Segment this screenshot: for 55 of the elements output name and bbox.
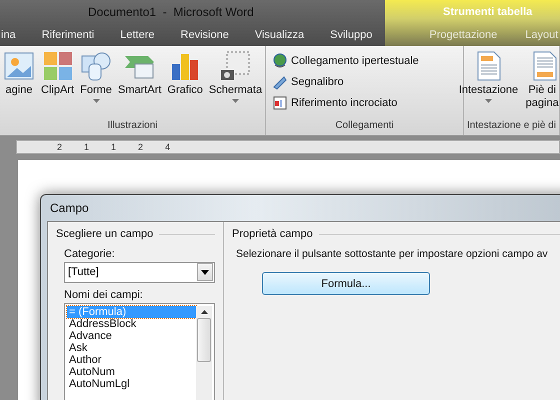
window-title: Documento1 - Microsoft Word [88, 5, 254, 19]
screenshot-icon [219, 50, 252, 82]
section-heading: Proprietà campo [232, 228, 313, 240]
clipart-icon [42, 50, 74, 82]
dialog-title: Campo [50, 201, 89, 215]
field-label: Categorie: [64, 248, 116, 260]
ribbon-button[interactable]: Schermata [206, 50, 266, 115]
ribbon-button[interactable]: Riferimento incrociato [272, 94, 457, 111]
caret-icon [232, 99, 239, 103]
ribbon-button[interactable]: Forme [77, 50, 116, 115]
instruction-text: Selezionare il pulsante sottostante per impostare opzioni campo av [236, 248, 549, 260]
field-label: Nomi dei campi: [64, 288, 144, 300]
caret-icon [92, 99, 100, 103]
scroll-up-icon [200, 310, 208, 314]
dropdown-arrow-icon [201, 270, 209, 275]
ribbon-button[interactable]: Piè di pagina [521, 50, 560, 115]
group-label: Illustrazioni [106, 119, 159, 133]
ruler-number: 1 [111, 142, 116, 152]
formula-button[interactable]: Formula... [262, 272, 430, 295]
caret-icon [484, 99, 492, 103]
shapes-icon [80, 50, 112, 82]
contextual-group-label: Strumenti tabella [443, 6, 532, 18]
list-item[interactable]: Author [67, 354, 196, 366]
list-item[interactable]: AddressBlock [67, 318, 196, 330]
ribbon-button[interactable]: Intestazione [456, 50, 522, 115]
scroll-thumb[interactable] [197, 318, 211, 362]
document-icon [272, 94, 288, 110]
section-heading: Scegliere un campo [56, 228, 154, 240]
ruler-number: 1 [84, 142, 90, 152]
list-item[interactable]: Advance [67, 330, 196, 342]
ribbon-tab[interactable]: Lettere [107, 29, 168, 41]
ribbon-button[interactable]: Collegamento ipertestuale [272, 52, 457, 69]
picture-icon [3, 50, 35, 82]
bookmark-icon [272, 74, 288, 90]
ribbon-tab[interactable]: ina [0, 29, 29, 41]
ribbon-button[interactable]: SmartArt [115, 50, 164, 115]
list-item[interactable]: Ask [67, 342, 196, 354]
ruler-number: 2 [57, 142, 62, 152]
category-dropdown[interactable]: [Tutte] [64, 262, 215, 282]
list-item[interactable]: AutoNum [67, 366, 196, 378]
ruler-number: 2 [138, 142, 144, 152]
scrollbar[interactable] [196, 306, 212, 400]
ribbon-tab[interactable]: Sviluppo [317, 29, 386, 41]
list-item[interactable]: AutoNumLgl [67, 378, 196, 390]
ribbon-tab[interactable]: Visualizza [242, 29, 318, 41]
ribbon-button[interactable]: ClipArt [38, 50, 78, 115]
group-label: Intestazione e piè di [466, 119, 557, 133]
ribbon-button[interactable]: agine [2, 50, 38, 115]
ribbon-tab[interactable]: Riferimenti [28, 29, 108, 41]
ribbon-button[interactable]: Segnalibro [272, 73, 457, 90]
ribbon-tab[interactable]: Revisione [168, 29, 242, 41]
globe-icon [272, 52, 288, 68]
ruler-number: 4 [165, 142, 170, 152]
group-label: Collegamenti [334, 119, 395, 133]
ribbon-button[interactable]: Grafico [164, 50, 206, 115]
